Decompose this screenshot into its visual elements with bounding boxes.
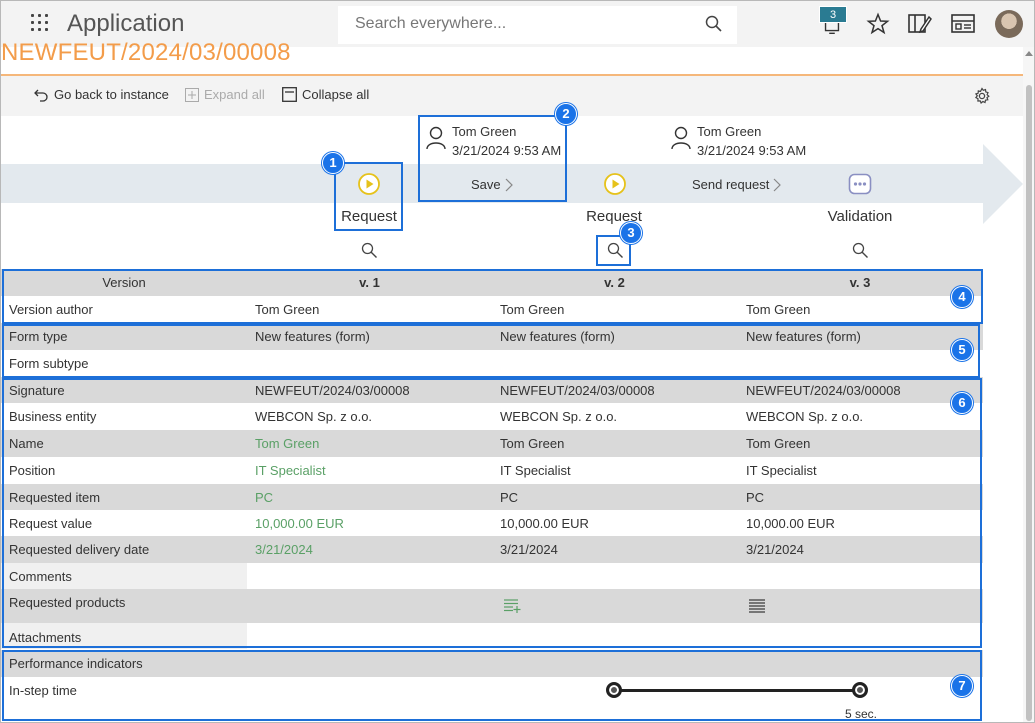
collapse-minus-icon [282,87,297,102]
expand-all-label: Expand all [204,87,265,102]
dashboard-icon[interactable] [950,12,976,36]
annotation-box-4 [2,269,983,324]
path-action-label: Send request [692,177,770,192]
annotation-number-6: 6 [951,392,973,414]
annotation-box-6 [2,378,982,648]
favorites-star-icon[interactable] [866,12,890,36]
annotation-number-1: 1 [322,152,344,174]
transition-author-name: Tom Green [697,124,762,139]
collapse-all-button[interactable]: Collapse all [282,87,369,102]
expand-plus-icon [185,87,199,102]
go-back-button[interactable]: Go back to instance [34,87,169,102]
annotation-box-1 [334,162,403,231]
annotation-box-2 [418,115,567,202]
step-label-request-2[interactable]: Request [554,208,674,225]
edit-panel-icon[interactable] [907,12,933,36]
path-action-send-request[interactable]: Send request [692,177,782,192]
chevron-right-icon [773,178,782,191]
play-circle-icon [604,173,626,195]
workflow-path-arrowhead [983,144,1023,224]
undo-arrow-icon [34,89,48,102]
scrollbar-thumb[interactable] [1026,85,1032,721]
app-window: Application Search everywhere... 3 NEWFE… [0,0,1035,723]
notification-badge: 3 [819,6,847,23]
annotation-number-3: 3 [620,222,642,244]
transition-date: 3/21/2024 9:53 AM [697,143,807,158]
annotation-number-4: 4 [951,286,973,308]
annotation-number-7: 7 [951,675,973,697]
search-icon[interactable] [705,15,723,33]
settings-gear-icon[interactable] [973,87,991,105]
preview-magnifier-icon[interactable] [361,242,378,259]
search-box[interactable]: Search everywhere... [338,6,737,44]
person-icon [671,126,691,150]
go-back-label: Go back to instance [54,87,169,102]
toolbar: Go back to instance Expand all Collapse … [1,76,1023,116]
app-title: Application [67,10,185,37]
user-avatar[interactable] [995,10,1023,38]
search-input[interactable]: Search everywhere... [355,15,506,33]
preview-magnifier-icon[interactable] [852,242,869,259]
transition-author-2: Tom Green 3/21/2024 9:53 AM [671,122,806,160]
app-launcher-icon[interactable] [31,14,49,32]
ellipsis-icon [848,173,872,195]
annotation-number-5: 5 [951,339,973,361]
annotation-box-5 [2,324,980,378]
scroll-up-arrow-icon[interactable] [1025,51,1033,56]
annotation-number-2: 2 [555,103,577,125]
annotation-box-7 [2,650,982,721]
step-label-validation[interactable]: Validation [800,208,920,225]
collapse-all-label: Collapse all [302,87,370,102]
expand-all-button[interactable]: Expand all [185,87,265,102]
document-title: NEWFEUT/2024/03/00008 [1,39,291,66]
